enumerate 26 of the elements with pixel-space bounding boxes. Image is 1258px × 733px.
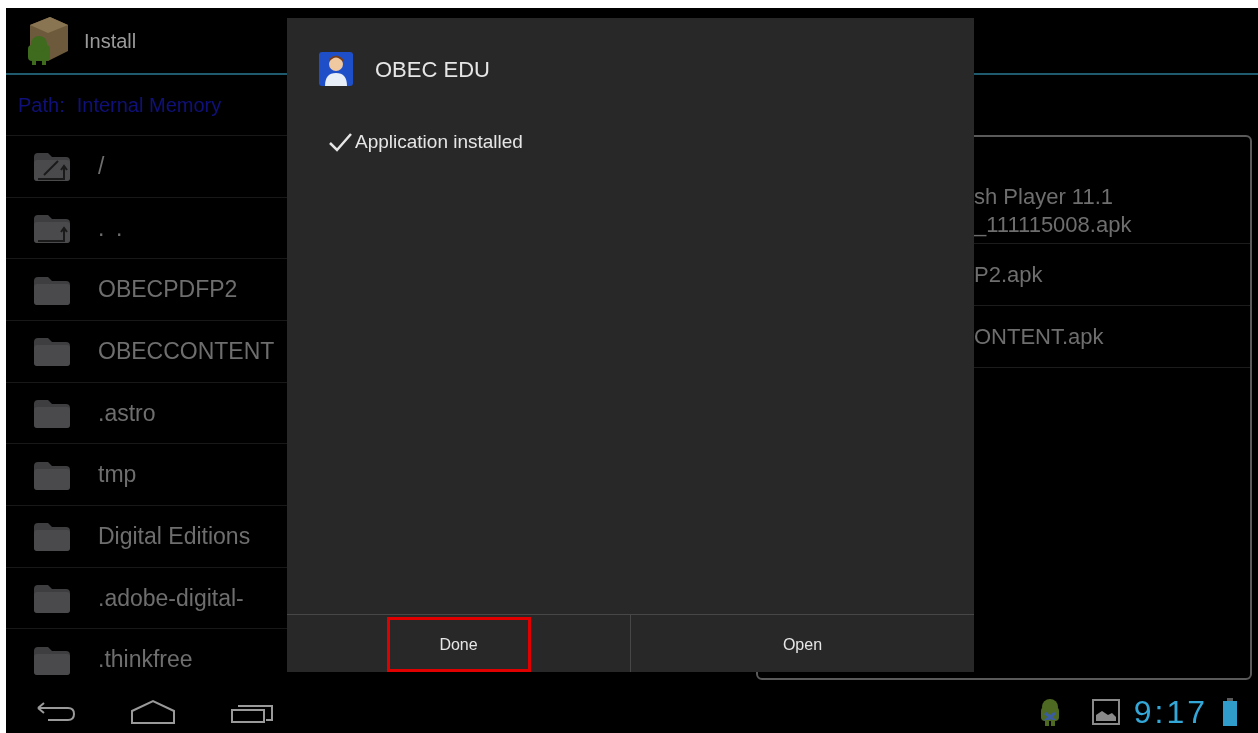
app-title: Install xyxy=(84,28,137,54)
file-name[interactable]: tmp xyxy=(98,457,137,492)
file-name[interactable]: .thinkfree xyxy=(98,642,193,677)
avatar-icon xyxy=(319,52,353,86)
file-name[interactable]: .astro xyxy=(98,395,156,431)
dialog-button[interactable]: Open xyxy=(730,617,875,672)
file-name[interactable]: OBECPDFP2 xyxy=(98,272,238,307)
clock[interactable]: 9:17 xyxy=(1133,687,1208,733)
path-label: Path: xyxy=(18,93,65,118)
file-name[interactable]: / xyxy=(98,149,105,184)
file-name[interactable]: .adobe-digital- xyxy=(98,580,244,616)
file-name[interactable]: Digital Editions xyxy=(98,519,251,554)
path-value: Internal Memory xyxy=(76,93,222,118)
dialog-button[interactable]: Done xyxy=(386,617,531,672)
file-name[interactable]: .. xyxy=(98,210,134,246)
battery-icon[interactable] xyxy=(1222,696,1238,727)
home-icon[interactable] xyxy=(130,698,176,725)
file-name[interactable]: ONTENT.apk xyxy=(974,322,1250,351)
dialog-title: OBEC EDU xyxy=(375,55,490,84)
check-icon xyxy=(327,131,353,154)
image-icon[interactable] xyxy=(1091,698,1120,725)
file-name[interactable]: sh Player 11.1 xyxy=(974,183,1250,211)
dialog-message: Application installed xyxy=(355,130,523,154)
file-name[interactable]: P2.apk xyxy=(974,260,1250,289)
file-name[interactable]: _111115008.apk xyxy=(974,211,1250,239)
file-name[interactable]: OBECCONTENT xyxy=(98,334,275,369)
